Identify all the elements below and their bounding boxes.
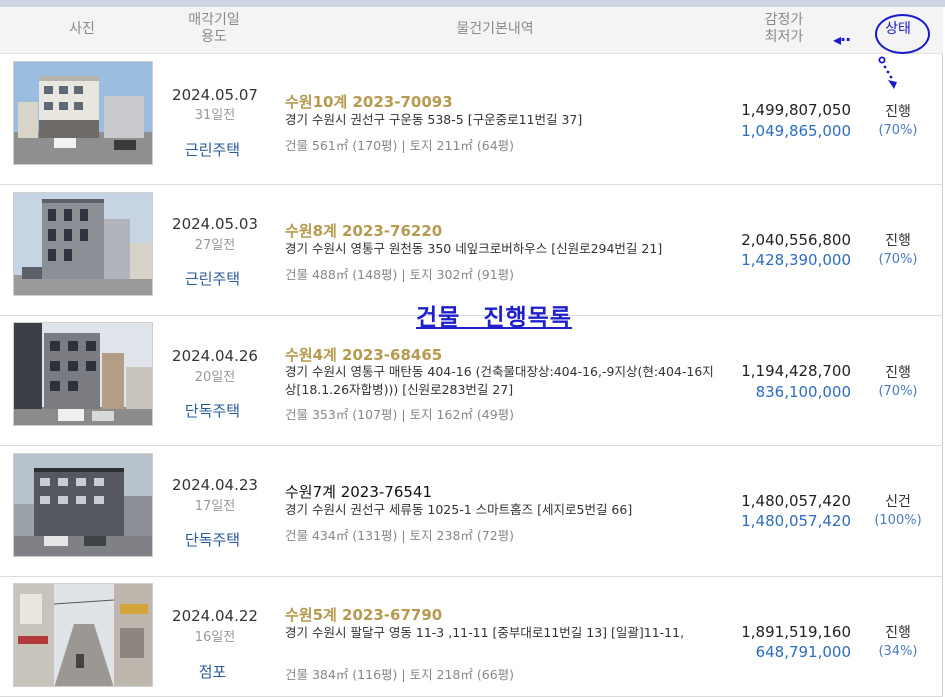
case-number[interactable]: 수원10계 2023-70093 bbox=[285, 91, 453, 112]
minimum-price: 1,428,390,000 bbox=[741, 251, 851, 269]
header-date-usage: 매각기일 용도 bbox=[170, 12, 258, 46]
table-row[interactable]: 2024.04.22 16일전 점포 수원5계 2023-67790 경기 수원… bbox=[0, 577, 943, 697]
sale-date: 2024.04.22 bbox=[172, 607, 258, 625]
status-badge: 진행 bbox=[885, 625, 911, 641]
header-appraisal: 감정가 bbox=[764, 12, 804, 28]
appraisal-price: 1,891,519,160 bbox=[741, 623, 851, 641]
header-status[interactable]: 상태 bbox=[876, 21, 920, 38]
header-description: 물건기본내역 bbox=[456, 21, 534, 37]
status-badge: 진행 bbox=[885, 233, 911, 249]
case-number[interactable]: 수원8계 2023-76220 bbox=[285, 220, 442, 241]
top-bar bbox=[0, 0, 945, 7]
minimum-price: 1,049,865,000 bbox=[741, 122, 851, 140]
appraisal-price: 1,194,428,700 bbox=[741, 362, 851, 380]
header-date: 매각기일 bbox=[188, 12, 240, 28]
property-address: 경기 수원시 영통구 매탄동 404-16 (건축물대장상:404-16,-9지… bbox=[285, 364, 714, 397]
arrow-left-icon: ◂·· bbox=[833, 30, 851, 49]
property-photo[interactable] bbox=[13, 61, 153, 165]
status-percent: (70%) bbox=[878, 252, 918, 267]
header-price[interactable]: 감정가 최저가 bbox=[745, 12, 823, 46]
property-area: 건물 488㎡ (148평) | 토지 302㎡ (91평) bbox=[285, 267, 515, 282]
status-badge: 진행 bbox=[885, 104, 911, 120]
property-address: 경기 수원시 영통구 원천동 350 네잎크로버하우스 [신원로294번길 21… bbox=[285, 241, 663, 256]
table-row[interactable]: 2024.05.07 31일전 근린주택 수원10계 2023-70093 경기… bbox=[0, 55, 943, 185]
sale-date: 2024.04.26 bbox=[172, 347, 258, 365]
days-ago: 16일전 bbox=[194, 630, 236, 645]
usage-type: 단독주택 bbox=[184, 531, 241, 549]
status-badge: 신건 bbox=[885, 494, 911, 510]
appraisal-price: 1,499,807,050 bbox=[741, 101, 851, 119]
table-row[interactable]: 2024.04.26 20일전 단독주택 수원4계 2023-68465 경기 … bbox=[0, 316, 943, 446]
status-badge: 진행 bbox=[885, 365, 911, 381]
days-ago: 27일전 bbox=[194, 238, 236, 253]
minimum-price: 836,100,000 bbox=[755, 383, 851, 401]
table-row[interactable]: 2024.05.03 27일전 근린주택 수원8계 2023-76220 경기 … bbox=[0, 186, 943, 316]
sale-date: 2024.05.03 bbox=[172, 215, 258, 233]
usage-type: 근린주택 bbox=[184, 141, 241, 159]
case-number[interactable]: 수원5계 2023-67790 bbox=[285, 604, 442, 625]
usage-type: 점포 bbox=[198, 663, 227, 681]
property-photo[interactable] bbox=[13, 192, 153, 296]
appraisal-price: 1,480,057,420 bbox=[741, 492, 851, 510]
days-ago: 17일전 bbox=[194, 499, 236, 514]
sale-date: 2024.04.23 bbox=[172, 476, 258, 494]
property-photo[interactable] bbox=[13, 322, 153, 426]
table-row[interactable]: 2024.04.23 17일전 단독주택 수원7계 2023-76541 경기 … bbox=[0, 447, 943, 577]
status-percent: (70%) bbox=[878, 384, 918, 399]
status-percent: (34%) bbox=[878, 644, 918, 659]
property-area: 건물 353㎡ (107평) | 토지 162㎡ (49평) bbox=[285, 407, 515, 422]
auction-list: 사진 매각기일 용도 물건기본내역 감정가 최저가 ◂·· 상태 2024.05… bbox=[0, 7, 943, 697]
header-minimum: 최저가 bbox=[764, 29, 804, 45]
header-usage: 용도 bbox=[201, 29, 227, 45]
property-photo[interactable] bbox=[13, 583, 153, 687]
case-number[interactable]: 수원4계 2023-68465 bbox=[285, 344, 442, 365]
property-area: 건물 434㎡ (131평) | 토지 238㎡ (72평) bbox=[285, 528, 515, 543]
minimum-price: 648,791,000 bbox=[755, 643, 851, 661]
appraisal-price: 2,040,556,800 bbox=[741, 231, 851, 249]
days-ago: 31일전 bbox=[194, 108, 236, 123]
case-number[interactable]: 수원7계 2023-76541 bbox=[285, 481, 432, 502]
property-area: 건물 561㎡ (170평) | 토지 211㎡ (64평) bbox=[285, 138, 515, 153]
status-percent: (100%) bbox=[874, 513, 922, 528]
usage-type: 단독주택 bbox=[184, 402, 241, 420]
property-address: 경기 수원시 팔달구 영동 11-3 ,11-11 [중부대로11번길 13] … bbox=[285, 625, 685, 640]
minimum-price: 1,480,057,420 bbox=[741, 512, 851, 530]
days-ago: 20일전 bbox=[194, 370, 236, 385]
property-photo[interactable] bbox=[13, 453, 153, 557]
status-percent: (70%) bbox=[878, 123, 918, 138]
table-header: 사진 매각기일 용도 물건기본내역 감정가 최저가 ◂·· 상태 bbox=[0, 7, 943, 54]
property-area: 건물 384㎡ (116평) | 토지 218㎡ (66평) bbox=[285, 667, 515, 682]
usage-type: 근린주택 bbox=[184, 270, 241, 288]
header-photo: 사진 bbox=[69, 21, 95, 37]
property-address: 경기 수원시 권선구 세류동 1025-1 스마트홈즈 [세지로5번길 66] bbox=[285, 502, 633, 517]
property-address: 경기 수원시 권선구 구운동 538-5 [구운중로11번길 37] bbox=[285, 112, 583, 127]
sale-date: 2024.05.07 bbox=[172, 86, 258, 104]
